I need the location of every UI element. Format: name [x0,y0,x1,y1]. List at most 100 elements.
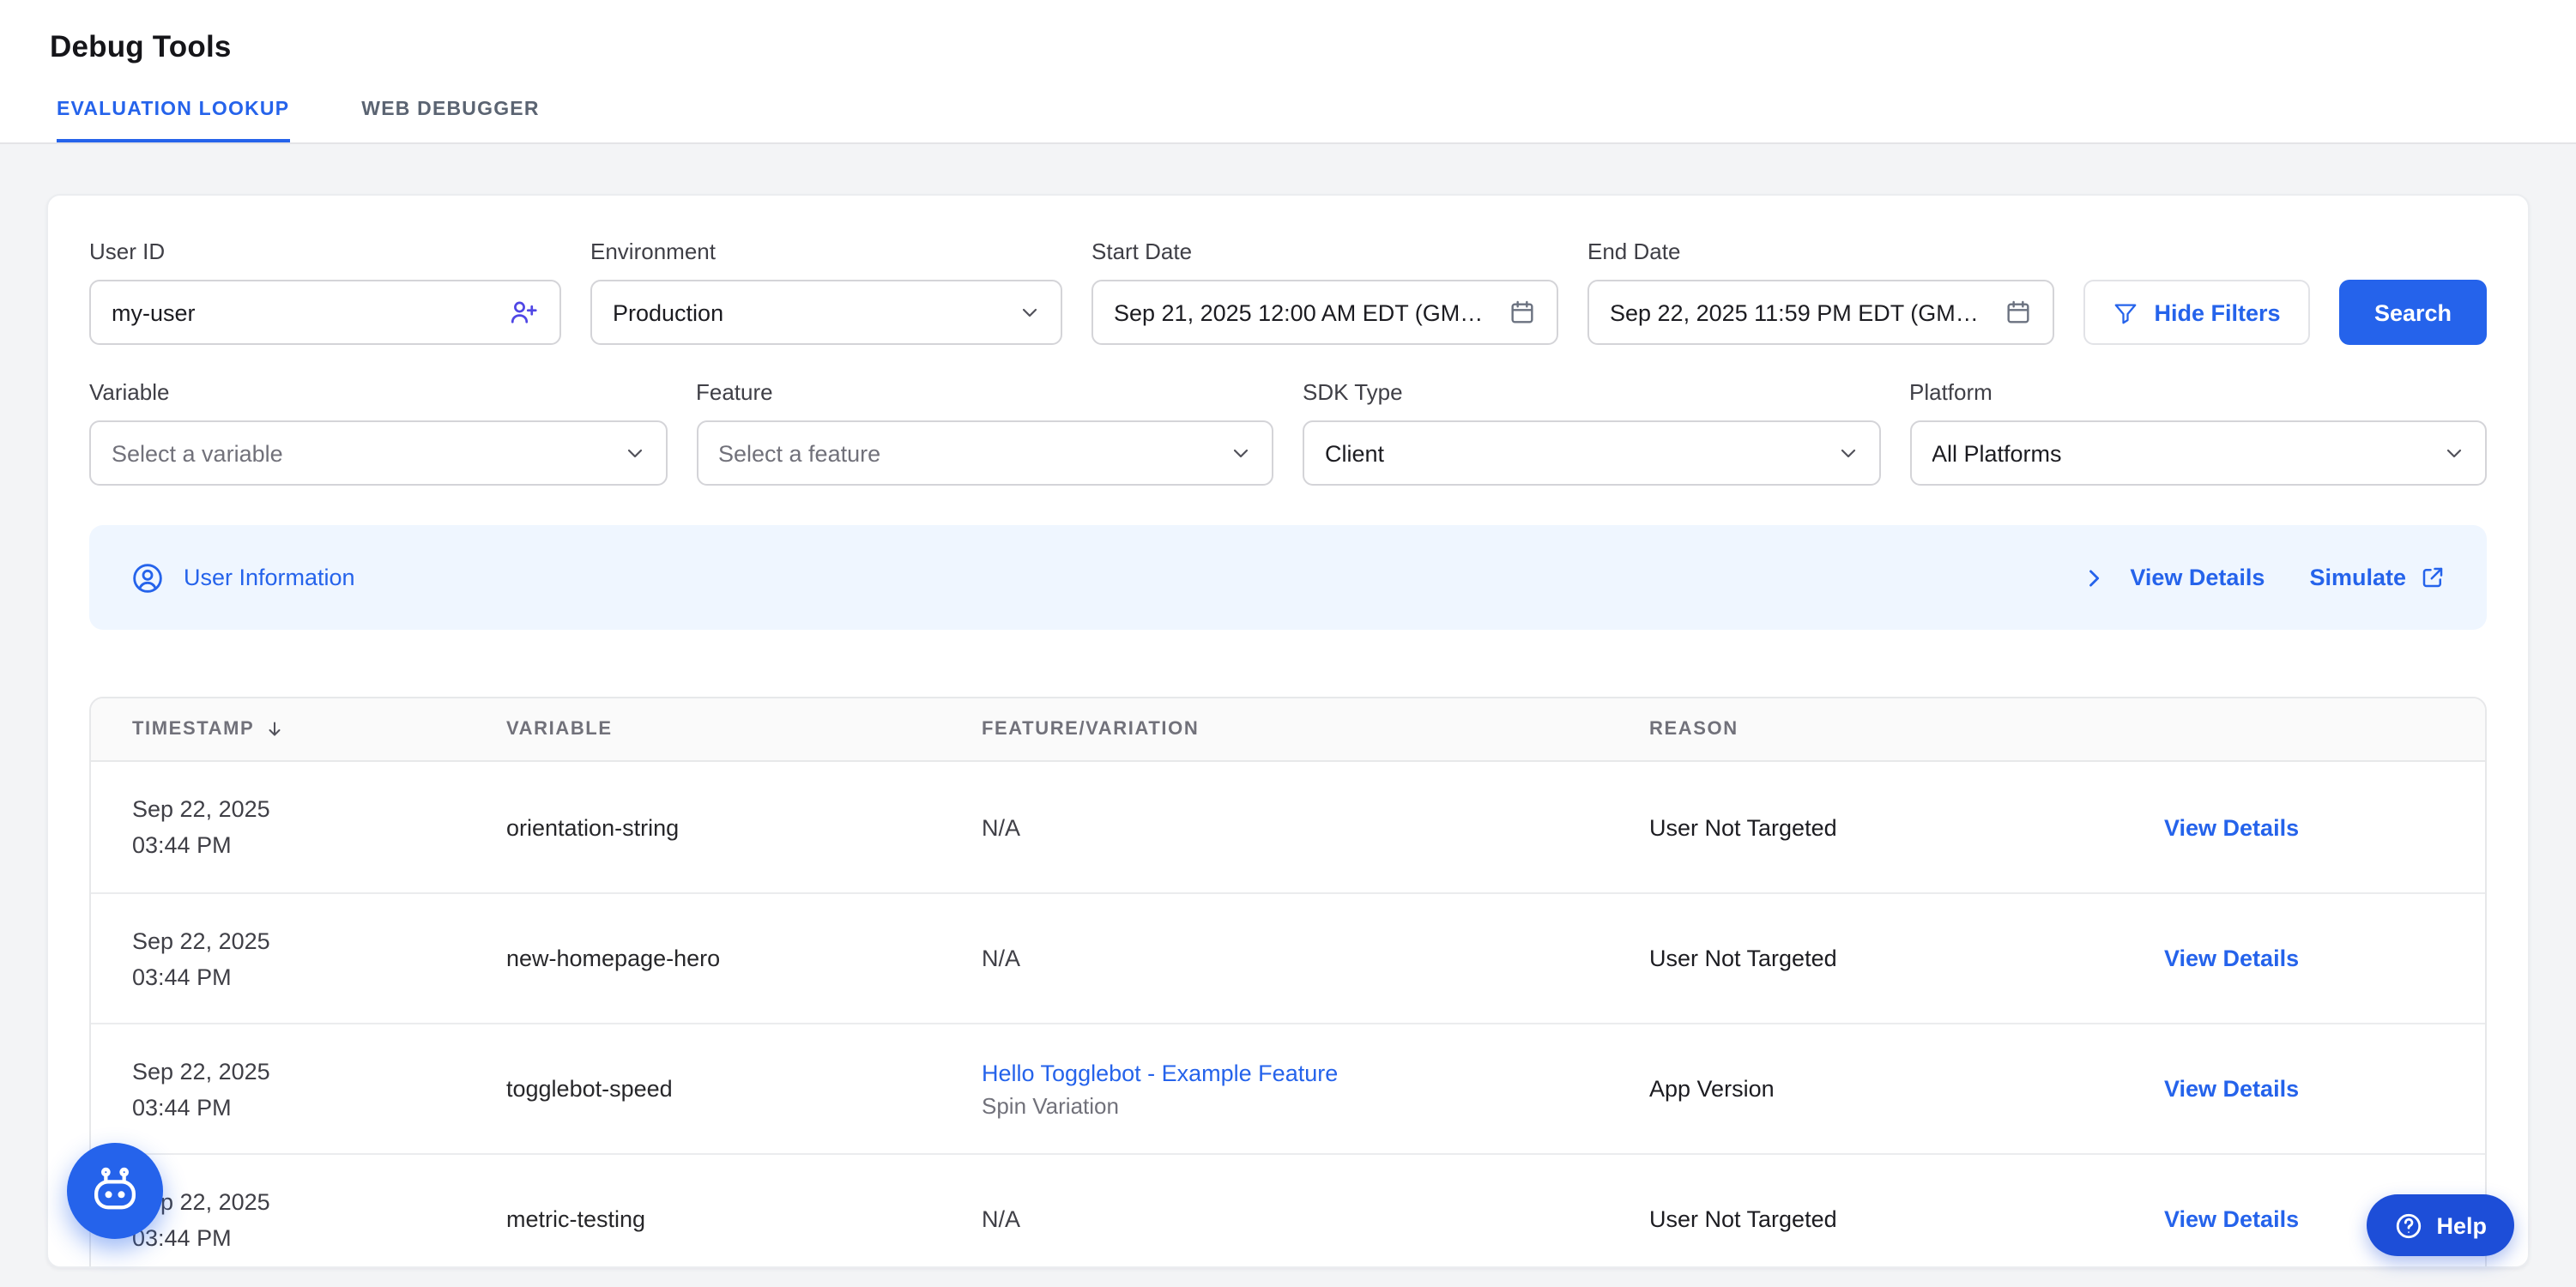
timestamp-time: 03:44 PM [132,1089,465,1125]
chevron-down-icon [1837,443,1858,463]
variable-cell: new-homepage-hero [465,946,940,971]
end-date-field-group: End Date Sep 22, 2025 11:59 PM EDT (GM… [1587,237,2054,345]
end-date-input[interactable]: Sep 22, 2025 11:59 PM EDT (GM… [1587,280,2054,345]
simulate-link[interactable]: Simulate [2309,565,2446,590]
feature-variation-cell: N/A [940,946,1608,971]
user-id-field-group: User ID [89,237,561,345]
person-add-icon[interactable] [508,297,539,328]
actions-cell: View Details [2123,946,2485,971]
timestamp-date: Sep 22, 2025 [132,1053,465,1089]
variable-select[interactable]: Select a variable [89,420,667,486]
debug-tools-page: Debug Tools EVALUATION LOOKUP WEB DEBUGG… [0,0,2576,1287]
hide-filters-button[interactable]: Hide Filters [2083,280,2310,345]
funnel-icon [2113,299,2138,325]
sdk-type-field-group: SDK Type Client [1303,378,1880,486]
chevron-down-icon [624,443,644,463]
actions-cell: View Details [2123,814,2485,840]
table-row: Sep 22, 2025 03:44 PM orientation-string… [91,762,2485,892]
column-header-feature-variation[interactable]: FEATURE/VARIATION [940,719,1608,740]
banner-actions: View Details Simulate [2082,565,2446,590]
column-header-reason[interactable]: REASON [1608,719,2123,740]
variable-cell: metric-testing [465,1206,940,1232]
user-information-banner: User Information View Details Simulate [89,525,2487,630]
tab-evaluation-lookup[interactable]: EVALUATION LOOKUP [57,100,289,142]
feature-link[interactable]: Hello Togglebot - Example Feature [982,1060,1338,1085]
column-header-timestamp[interactable]: TIMESTAMP [91,719,465,740]
environment-field-group: Environment Production [590,237,1062,345]
end-date-label: End Date [1587,237,2054,266]
timestamp-time: 03:44 PM [132,827,465,863]
hide-filters-label: Hide Filters [2154,299,2280,325]
table-row: Sep 22, 2025 03:44 PM new-homepage-hero … [91,892,2485,1023]
view-details-link[interactable]: View Details [2164,1206,2299,1232]
start-date-input[interactable]: Sep 21, 2025 12:00 AM EDT (GM… [1091,280,1558,345]
user-id-input-wrap [89,280,561,345]
reason-cell: User Not Targeted [1608,946,2123,971]
feature-variation-cell: N/A [940,814,1608,840]
feature-na-text: N/A [982,814,1608,840]
start-date-value: Sep 21, 2025 12:00 AM EDT (GM… [1114,299,1483,325]
timestamp-date: Sep 22, 2025 [132,1183,465,1219]
variation-label: Spin Variation [982,1092,1608,1118]
calendar-icon[interactable] [1509,299,1536,326]
start-date-label: Start Date [1091,237,1558,266]
timestamp-cell: Sep 22, 2025 03:44 PM [91,922,465,994]
platform-label: Platform [1909,378,2487,407]
calendar-icon[interactable] [2005,299,2032,326]
help-label: Help [2436,1212,2487,1238]
sdk-type-select[interactable]: Client [1303,420,1880,486]
variable-field-group: Variable Select a variable [89,378,667,486]
environment-select[interactable]: Production [590,280,1062,345]
feature-field-group: Feature Select a feature [696,378,1273,486]
timestamp-cell: Sep 22, 2025 03:44 PM [91,1053,465,1125]
table-header-row: TIMESTAMP VARIABLE FEATURE/VARIATION REA… [91,698,2485,762]
feature-variation-cell: N/A [940,1206,1608,1232]
feature-na-text: N/A [982,1206,1608,1232]
variable-cell: togglebot-speed [465,1076,940,1102]
platform-value: All Platforms [1932,440,2062,466]
user-circle-icon [130,560,165,595]
user-id-label: User ID [89,237,561,266]
view-details-link[interactable]: View Details [2164,1076,2299,1102]
table-row: Sep 22, 2025 03:44 PM metric-testing N/A… [91,1153,2485,1268]
user-information-title-group: User Information [130,560,355,595]
question-circle-icon [2393,1211,2422,1240]
evaluation-lookup-panel: User ID Environment Production [46,194,2530,1268]
environment-value: Production [613,299,723,325]
feature-select[interactable]: Select a feature [696,420,1273,486]
tab-web-debugger[interactable]: WEB DEBUGGER [361,100,539,142]
page-header: Debug Tools EVALUATION LOOKUP WEB DEBUGG… [0,0,2576,144]
timestamp-time: 03:44 PM [132,1219,465,1255]
simulate-label: Simulate [2309,565,2406,590]
robot-icon [88,1163,142,1218]
chevron-right-icon[interactable] [2082,565,2106,589]
view-details-link[interactable]: View Details [2164,814,2299,840]
platform-select[interactable]: All Platforms [1909,420,2487,486]
timestamp-date: Sep 22, 2025 [132,922,465,958]
togglebot-widget-button[interactable] [67,1143,163,1239]
sdk-type-value: Client [1325,440,1384,466]
chevron-down-icon [1019,302,1040,323]
table-row: Sep 22, 2025 03:44 PM togglebot-speed He… [91,1023,2485,1153]
reason-cell: User Not Targeted [1608,814,2123,840]
variable-placeholder: Select a variable [112,440,283,466]
user-id-input[interactable] [112,299,494,325]
evaluations-table: TIMESTAMP VARIABLE FEATURE/VARIATION REA… [89,697,2487,1268]
column-header-variable[interactable]: VARIABLE [465,719,940,740]
sort-descending-icon [264,719,285,740]
filter-row-primary: User ID Environment Production [89,237,2487,345]
reason-cell: User Not Targeted [1608,1206,2123,1232]
feature-na-text: N/A [982,946,1608,971]
chevron-down-icon [1231,443,1251,463]
end-date-value: Sep 22, 2025 11:59 PM EDT (GM… [1610,299,1979,325]
variable-label: Variable [89,378,667,407]
feature-variation-cell: Hello Togglebot - Example Feature Spin V… [940,1060,1608,1118]
view-details-link[interactable]: View Details [2164,946,2299,971]
help-button[interactable]: Help [2366,1194,2514,1256]
timestamp-cell: Sep 22, 2025 03:44 PM [91,791,465,863]
banner-view-details-link[interactable]: View Details [2130,565,2265,590]
user-information-label: User Information [184,565,355,590]
search-button[interactable]: Search [2339,280,2487,345]
actions-cell: View Details [2123,1076,2485,1102]
platform-field-group: Platform All Platforms [1909,378,2487,486]
